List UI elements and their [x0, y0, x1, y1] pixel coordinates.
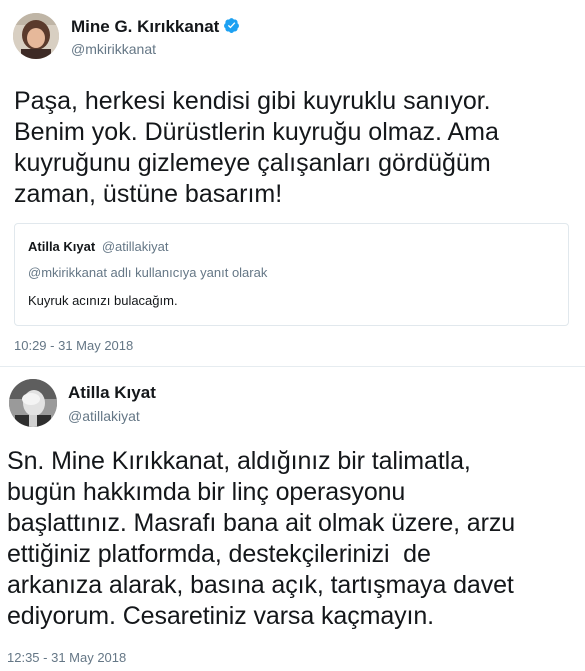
tweet-text: Paşa, herkesi kendisi gibi kuyruklu sanı… — [14, 87, 499, 208]
timestamp[interactable]: 12:35 - 31 May 2018 — [7, 650, 126, 665]
timestamp[interactable]: 10:29 - 31 May 2018 — [14, 338, 133, 353]
avatar-image-icon — [9, 379, 57, 427]
quoted-tweet-text: Kuyruk acınızı bulacağım. — [28, 293, 178, 308]
avatar[interactable] — [13, 13, 59, 59]
avatar[interactable] — [9, 379, 57, 427]
reply-context: @mkirikkanat adlı kullanıcıya yanıt olar… — [28, 265, 268, 280]
author-name-text[interactable]: Mine G. Kırıkkanat — [71, 17, 219, 36]
quoted-author-name[interactable]: Atilla Kıyat — [28, 239, 95, 254]
author-name[interactable]: Atilla Kıyat — [68, 383, 156, 403]
quoted-author[interactable]: Atilla Kıyat @atillakiyat — [28, 239, 168, 254]
tweet[interactable]: Atilla Kıyat @atillakiyat Sn. Mine Kırık… — [0, 366, 585, 671]
author-handle[interactable]: @mkirikkanat — [71, 41, 156, 57]
quoted-tweet[interactable]: Atilla Kıyat @atillakiyat @mkirikkanat a… — [14, 223, 569, 326]
avatar-image-icon — [13, 13, 59, 59]
author-handle[interactable]: @atillakiyat — [68, 408, 140, 424]
tweet-text: Sn. Mine Kırıkkanat, aldığınız bir talim… — [7, 447, 516, 630]
verified-badge-icon — [224, 18, 240, 33]
quoted-author-handle[interactable]: @atillakiyat — [102, 239, 169, 254]
tweet[interactable]: Mine G. Kırıkkanat @mkirikkanat Paşa, he… — [0, 0, 585, 366]
author-name[interactable]: Mine G. Kırıkkanat — [71, 17, 240, 37]
